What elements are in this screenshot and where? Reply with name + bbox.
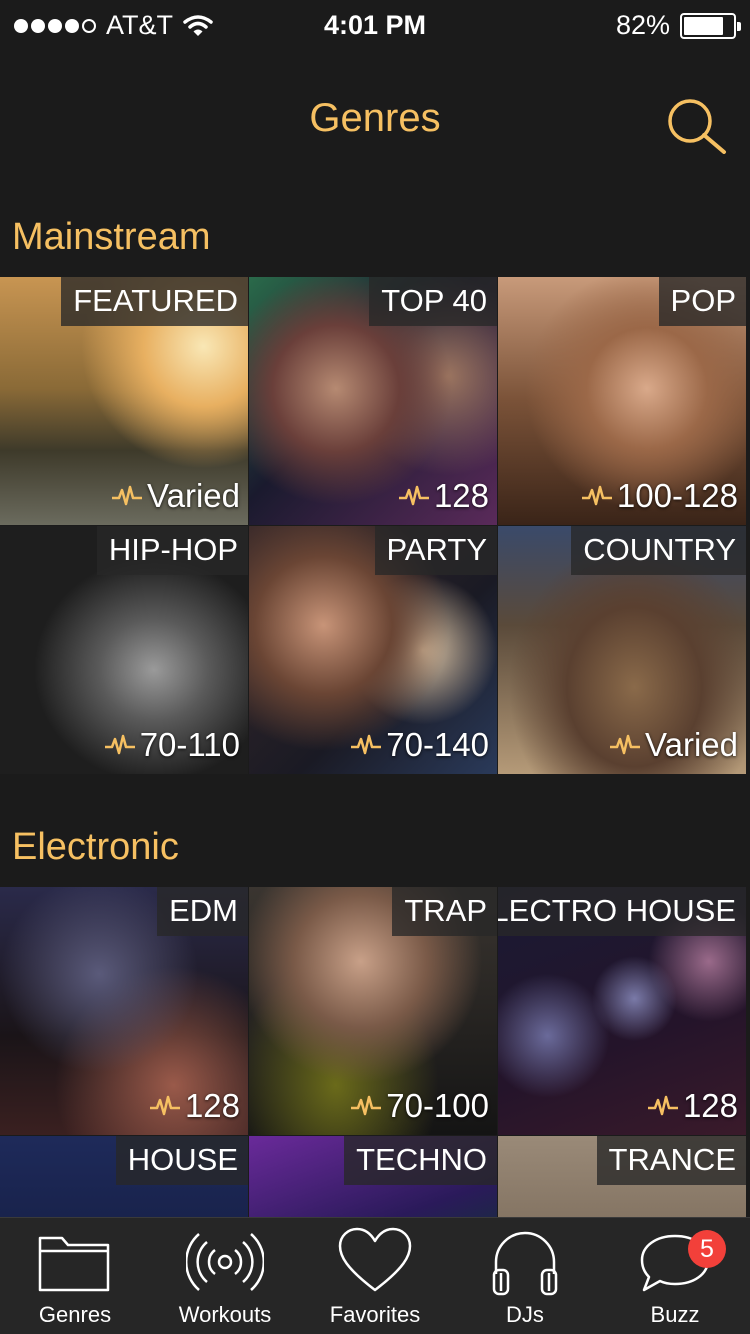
genre-tile-party[interactable]: PARTY 70-140 — [249, 526, 497, 774]
tab-workouts[interactable]: Workouts — [150, 1218, 300, 1334]
pulse-icon — [398, 485, 429, 506]
bpm-label: 128 — [149, 1087, 240, 1125]
bpm-label: 128 — [647, 1087, 738, 1125]
tab-label: Workouts — [178, 1302, 272, 1327]
search-button[interactable] — [664, 96, 730, 154]
pulse-icon — [581, 485, 612, 506]
section-header-electronic: Electronic — [12, 826, 179, 868]
status-right: 82% — [615, 10, 741, 41]
genre-tile-top-40[interactable]: TOP 40 128 — [249, 277, 497, 525]
battery-percent: 82% — [615, 10, 670, 40]
bpm-label: 70-100 — [350, 1087, 489, 1125]
pulse-icon — [647, 1095, 678, 1116]
bpm-label: Varied — [609, 726, 738, 764]
genre-tile-edm[interactable]: EDM 128 — [0, 887, 248, 1135]
genre-tile-featured[interactable]: FEATURED Varied — [0, 277, 248, 525]
status-bar: AT&T 4:01 PM 82% — [0, 0, 750, 52]
genre-tile-hip-hop[interactable]: HIP-HOP 70-110 — [0, 526, 248, 774]
bpm-label: 70-140 — [350, 726, 489, 764]
bpm-label: 100-128 — [581, 477, 738, 515]
tab-genres[interactable]: Genres — [0, 1218, 150, 1334]
search-icon — [668, 99, 726, 154]
tab-buzz[interactable]: Buzz 5 — [600, 1218, 750, 1334]
tab-label: Favorites — [329, 1302, 421, 1327]
genre-tile-country[interactable]: COUNTRY Varied — [498, 526, 746, 774]
section-header-mainstream: Mainstream — [12, 216, 211, 258]
pulse-icon — [610, 734, 641, 755]
battery-icon — [680, 12, 741, 39]
tab-djs[interactable]: DJs — [450, 1218, 600, 1334]
notification-badge: 5 — [688, 1230, 726, 1268]
tab-label: Genres — [38, 1302, 112, 1327]
headphones-icon — [492, 1231, 558, 1296]
page-title: Genres — [309, 96, 441, 140]
pulse-icon — [104, 734, 135, 755]
pulse-icon — [149, 1095, 180, 1116]
pulse-icon — [351, 1095, 382, 1116]
tab-label: Buzz — [650, 1302, 700, 1327]
bpm-label: Varied — [111, 477, 240, 515]
battery-level-fill — [684, 16, 724, 35]
genre-tile-electro-house[interactable]: ELECTRO HOUSE 128 — [498, 887, 746, 1135]
genre-tile-pop[interactable]: POP 100-128 — [498, 277, 746, 525]
pulse-icon — [351, 734, 382, 755]
tab-label: DJs — [506, 1302, 544, 1327]
bpm-label: 70-110 — [104, 726, 240, 764]
broadcast-icon — [186, 1233, 264, 1291]
pulse-icon — [112, 485, 143, 506]
genre-tile-trap[interactable]: TRAP 70-100 — [249, 887, 497, 1135]
tab-bar: Genres Workouts Favorites DJs Buzz 5 — [0, 1217, 750, 1334]
bpm-label: 128 — [398, 477, 489, 515]
heart-icon — [338, 1227, 412, 1292]
tab-favorites[interactable]: Favorites — [300, 1218, 450, 1334]
folder-icon — [38, 1236, 110, 1292]
